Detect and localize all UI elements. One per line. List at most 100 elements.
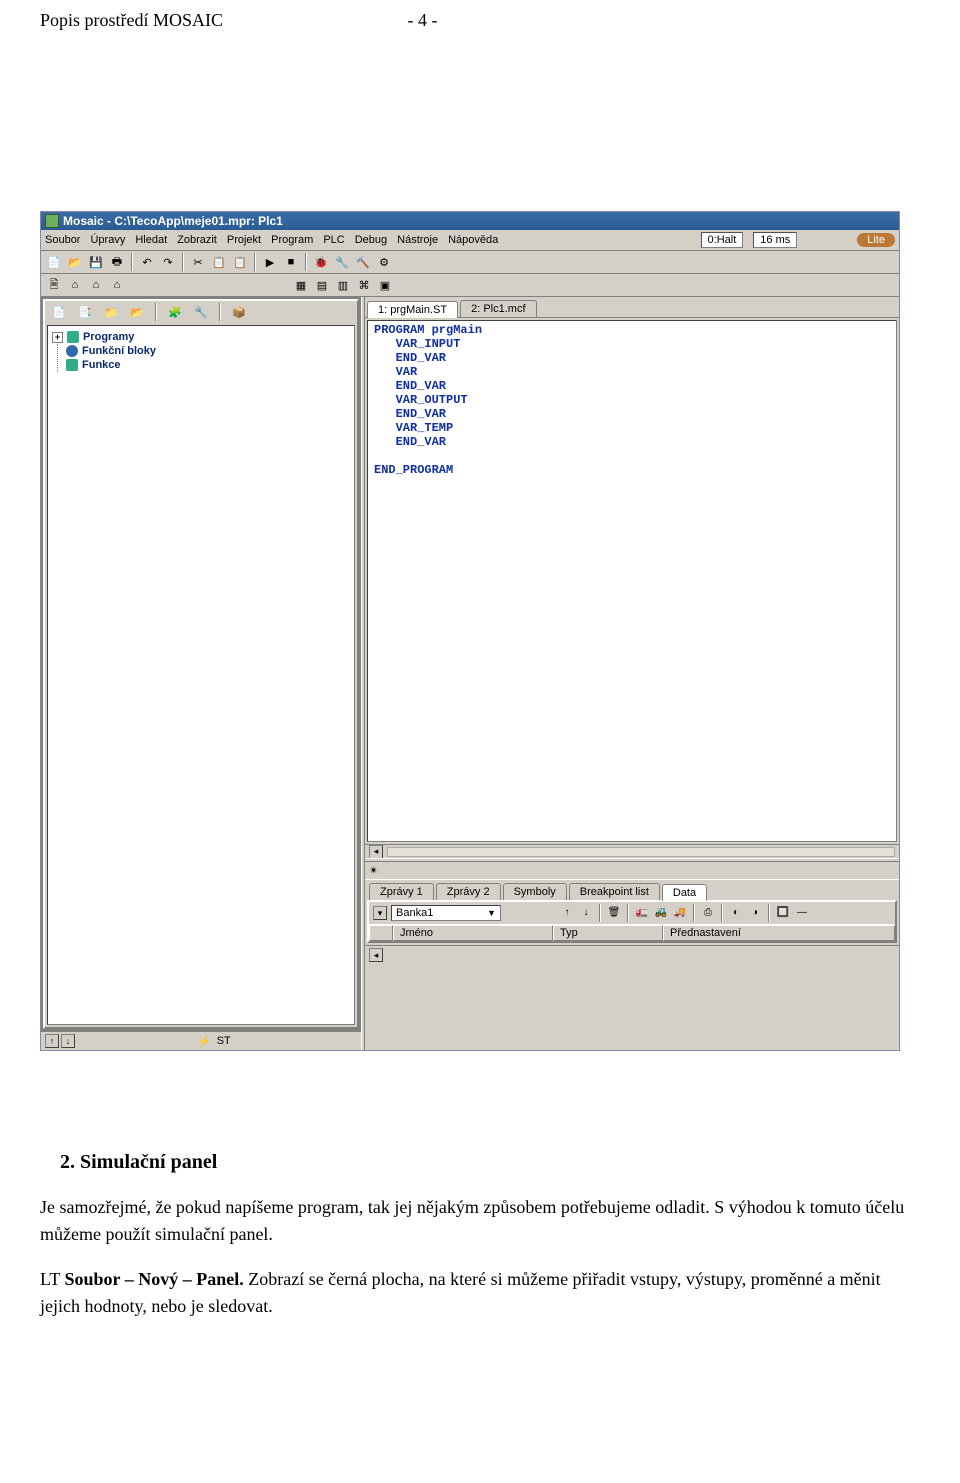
tb-sep (693, 904, 695, 922)
tree-tb-icon[interactable]: 📂 (127, 303, 147, 321)
tab-zpravy2[interactable]: Zprávy 2 (436, 883, 501, 900)
tb2-icon[interactable]: ⌂ (87, 276, 105, 294)
tb-redo-icon[interactable]: ↷ (159, 253, 177, 271)
tree-item-funkcni-bloky[interactable]: Funkční bloky (66, 344, 350, 358)
tb-sep (219, 303, 221, 321)
tb2-layout-icon[interactable]: ▤ (313, 276, 331, 294)
truck-icon[interactable]: 🚚 (672, 904, 688, 920)
tb-paste-icon[interactable]: 📋 (231, 253, 249, 271)
tb-run-icon[interactable]: ▶ (261, 253, 279, 271)
collapse-icon[interactable]: ▾ (373, 906, 387, 920)
tb-undo-icon[interactable]: ↶ (138, 253, 156, 271)
menu-nastroje[interactable]: Nástroje (397, 234, 438, 246)
tab-data[interactable]: Data (662, 884, 707, 901)
p2-bold: Soubor – Nový – Panel. (65, 1269, 244, 1289)
mode-icon[interactable]: ◑ (747, 904, 763, 920)
tb2-icon[interactable]: ⌂ (108, 276, 126, 294)
tree-tb-icon[interactable]: 📄 (49, 303, 69, 321)
scroll-left-icon[interactable]: ◂ (369, 845, 383, 859)
editor-horizontal-scrollbar[interactable]: ◂ (365, 844, 899, 858)
editor-tab-1[interactable]: 1: prgMain.ST (367, 301, 458, 318)
header-blank[interactable] (369, 925, 393, 941)
code-editor[interactable]: PROGRAM prgMain VAR_INPUT END_VAR VAR EN… (367, 320, 897, 842)
code-line: PROGRAM prgMain (374, 323, 482, 337)
truck-icon[interactable]: 🚜 (653, 904, 669, 920)
data-panel: ▾ Banka1 ▼ ↑ ↓ 🗑 🚛 (367, 900, 897, 943)
tab-symboly[interactable]: Symboly (503, 883, 567, 900)
tree-tb-icon[interactable]: 🧩 (165, 303, 185, 321)
tb-cut-icon[interactable]: ✂ (189, 253, 207, 271)
tb-tool-icon[interactable]: 🔧 (333, 253, 351, 271)
minus-icon[interactable]: — (794, 904, 810, 920)
menu-plc[interactable]: PLC (323, 234, 344, 246)
tab-breakpoint[interactable]: Breakpoint list (569, 883, 660, 900)
header-jmeno[interactable]: Jméno (393, 925, 553, 941)
expand-icon[interactable]: + (52, 332, 63, 343)
menu-napoveda[interactable]: Nápověda (448, 234, 498, 246)
tree-tb-icon[interactable]: 🔧 (191, 303, 211, 321)
truck-icon[interactable]: 🚛 (634, 904, 650, 920)
tb-copy-icon[interactable]: 📋 (210, 253, 228, 271)
tree-tb-icon[interactable]: 📁 (101, 303, 121, 321)
header-prednastaveni[interactable]: Přednastavení (663, 925, 895, 941)
doc-header-left: Popis prostředí MOSAIC (40, 10, 223, 31)
tb-save-icon[interactable]: 💾 (87, 253, 105, 271)
tb2-layout-icon[interactable]: ▣ (376, 276, 394, 294)
wand-icon[interactable]: ✴ (369, 865, 378, 877)
lang-indicator: ⚡ (197, 1035, 211, 1048)
main-toolbar: 📄 📂 💾 🖶 ↶ ↷ ✂ 📋 📋 ▶ ■ 🐞 🔧 🔨 ⚙ (41, 251, 899, 274)
bank-select[interactable]: Banka1 ▼ (391, 905, 501, 921)
tb2-icon[interactable]: ⌂ (66, 276, 84, 294)
code-line: VAR_INPUT (374, 337, 460, 351)
paragraph-2: LT Soubor – Nový – Panel. Zobrazí se čer… (40, 1266, 920, 1320)
tb-settings-icon[interactable]: ⚙ (375, 253, 393, 271)
tb-sep (182, 253, 184, 271)
print-icon[interactable]: ⎙ (700, 904, 716, 920)
tb-print-icon[interactable]: 🖶 (108, 253, 126, 271)
tree-tb-icon[interactable]: 📦 (229, 303, 249, 321)
window-titlebar[interactable]: Mosaic - C:\TecoApp\meje01.mpr: Plc1 (41, 212, 899, 230)
document-header: Popis prostředí MOSAIC - 4 - (40, 10, 920, 31)
mode-icon[interactable]: ◐ (728, 904, 744, 920)
trash-icon[interactable]: 🗑 (606, 904, 622, 920)
tb2-layout-icon[interactable]: ▥ (334, 276, 352, 294)
tree-tb-icon[interactable]: 📑 (75, 303, 95, 321)
tree-item-funkce[interactable]: Funkce (66, 358, 350, 372)
tree-item-programy[interactable]: + Programy (52, 330, 350, 344)
code-line: END_VAR (374, 379, 446, 393)
scroll-track[interactable] (387, 847, 895, 857)
menu-zobrazit[interactable]: Zobrazit (177, 234, 217, 246)
window-icon[interactable]: 🔲 (775, 904, 791, 920)
tb2-layout-icon[interactable]: ⌘ (355, 276, 373, 294)
tb-open-icon[interactable]: 📂 (66, 253, 84, 271)
editor-tab-2[interactable]: 2: Plc1.mcf (460, 300, 536, 317)
menu-projekt[interactable]: Projekt (227, 234, 261, 246)
tb-build-icon[interactable]: 🔨 (354, 253, 372, 271)
menu-program[interactable]: Program (271, 234, 313, 246)
tb-debug-icon[interactable]: 🐞 (312, 253, 330, 271)
code-line: VAR_OUTPUT (374, 393, 468, 407)
data-down-icon[interactable]: ↓ (578, 904, 594, 920)
menu-debug[interactable]: Debug (355, 234, 387, 246)
header-typ[interactable]: Typ (553, 925, 663, 941)
menu-soubor[interactable]: Soubor (45, 234, 80, 246)
tb2-icon[interactable]: 🗎 (45, 276, 63, 294)
down-arrow-icon[interactable]: ↓ (61, 1034, 75, 1048)
project-tree[interactable]: + Programy Funkční bloky Funkce (47, 325, 355, 1025)
tb-stop-icon[interactable]: ■ (282, 253, 300, 271)
menu-upravy[interactable]: Úpravy (90, 234, 125, 246)
data-up-icon[interactable]: ↑ (559, 904, 575, 920)
app-icon (45, 214, 59, 228)
window-title: Mosaic - C:\TecoApp\meje01.mpr: Plc1 (63, 214, 283, 228)
tb2-layout-icon[interactable]: ▦ (292, 276, 310, 294)
tb-new-icon[interactable]: 📄 (45, 253, 63, 271)
menu-hledat[interactable]: Hledat (135, 234, 167, 246)
paragraph-1: Je samozřejmé, že pokud napíšeme program… (40, 1194, 920, 1248)
menubar: Soubor Úpravy Hledat Zobrazit Projekt Pr… (41, 230, 899, 251)
scroll-left-icon[interactable]: ◂ (369, 948, 383, 962)
tab-zpravy1[interactable]: Zprávy 1 (369, 883, 434, 900)
up-arrow-icon[interactable]: ↑ (45, 1034, 59, 1048)
doc-header-right: - 4 - (408, 10, 438, 31)
project-explorer-pane: 📄 📑 📁 📂 🧩 🔧 📦 + P (41, 297, 361, 1050)
data-toolbar: ▾ Banka1 ▼ ↑ ↓ 🗑 🚛 (369, 902, 895, 924)
